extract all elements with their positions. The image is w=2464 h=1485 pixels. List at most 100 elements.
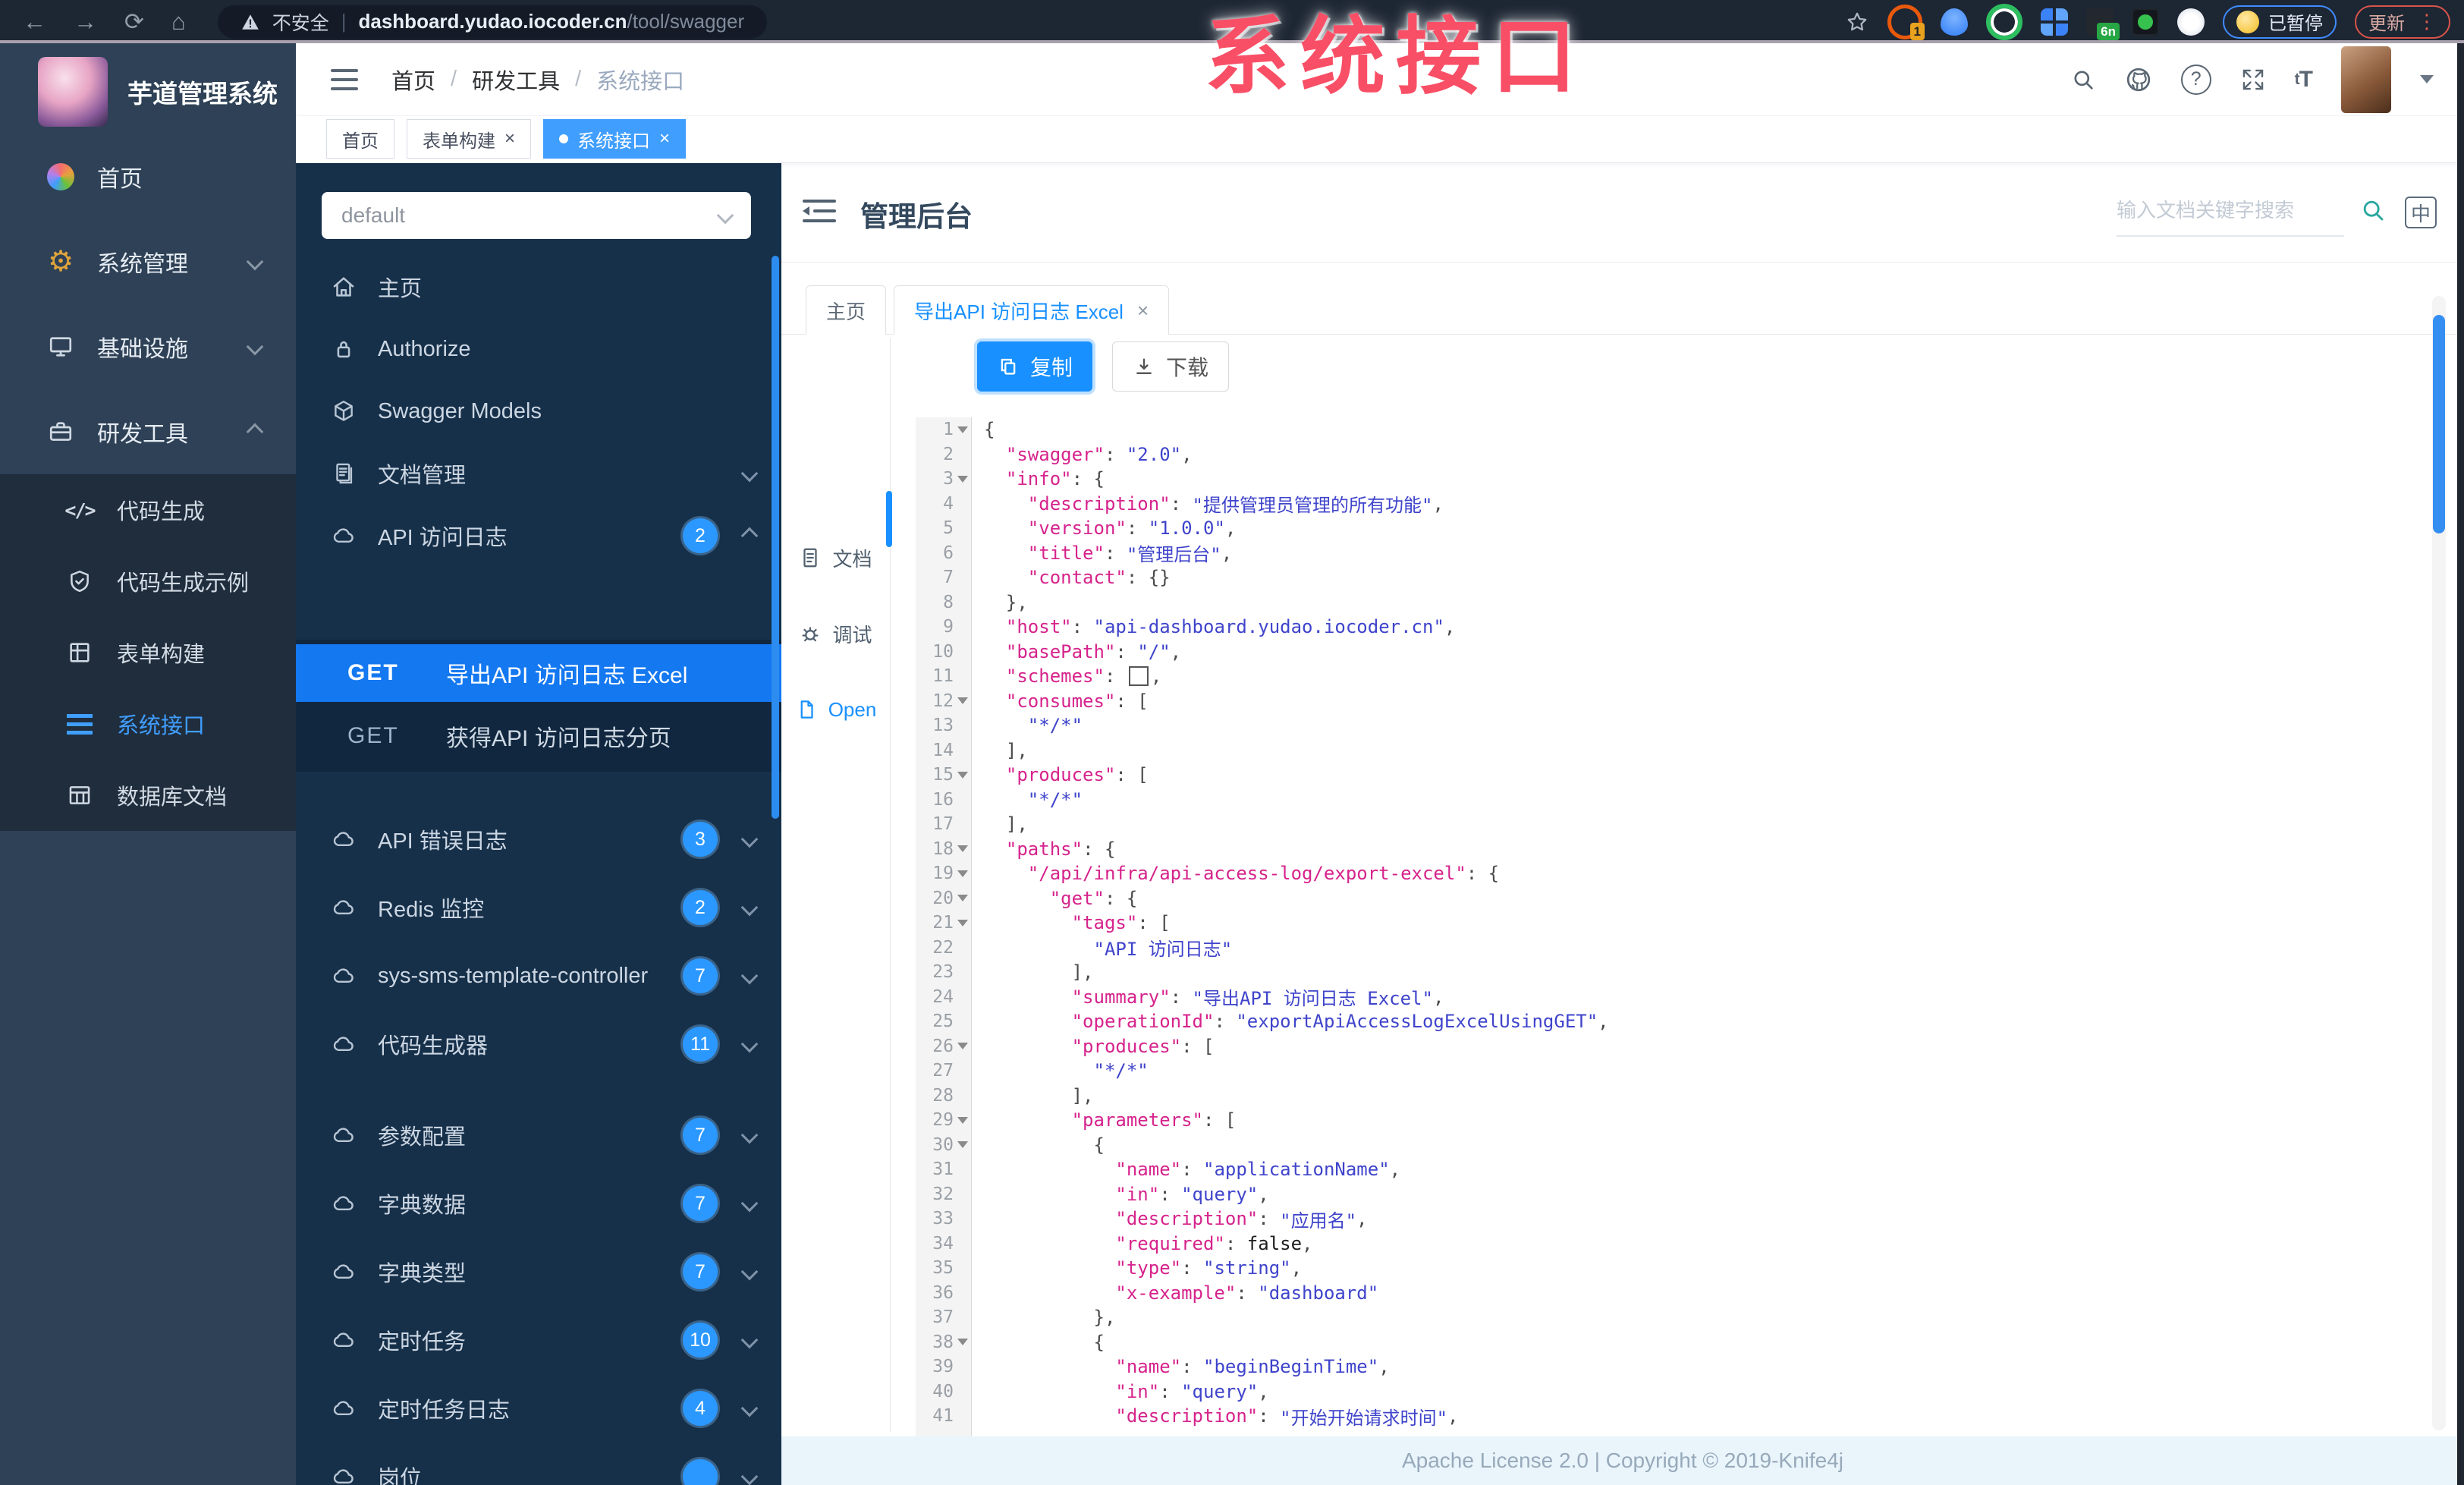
sidebar-item-infrastructure[interactable]: 基础设施	[0, 304, 296, 389]
extension-icon[interactable]	[1986, 3, 2022, 40]
json-editor[interactable]: 1 2 3 4 5 6 7 8 9 10 11 12 13 14 15 16 17 18 19 20 21 22 23 24 2…	[916, 417, 2414, 1436]
bookmark-star-icon[interactable]	[1845, 10, 1869, 34]
api-menu-item-api-access-log[interactable]: API 访问日志 2	[296, 505, 781, 567]
fold-caret-icon[interactable]	[957, 771, 968, 779]
sidebar-item-db-doc[interactable]: 数据库文档	[0, 760, 296, 831]
back-icon[interactable]: ←	[23, 8, 46, 36]
fold-caret-icon[interactable]	[957, 475, 968, 483]
download-icon	[1133, 355, 1155, 378]
fold-caret-icon[interactable]	[957, 1339, 968, 1346]
fold-caret-icon[interactable]	[957, 845, 968, 853]
collapsed-array-icon[interactable]	[1128, 666, 1149, 687]
sidebar-item-code-gen[interactable]: </> 代码生成	[0, 474, 296, 546]
doc-search-icon[interactable]	[2359, 197, 2387, 224]
help-icon[interactable]: ?	[2180, 64, 2211, 95]
briefcase-icon	[47, 418, 74, 445]
api-group-item[interactable]: 字典数据 7	[296, 1169, 781, 1238]
hamburger-icon[interactable]	[331, 68, 358, 90]
content-scrollbar-thumb[interactable]	[2433, 315, 2445, 533]
api-menu-item-main[interactable]: 主页	[296, 256, 781, 318]
api-menu-item-authorize[interactable]: Authorize	[296, 318, 781, 380]
api-group-item[interactable]: 代码生成器 11	[296, 1010, 781, 1078]
sidebar-item-form-build[interactable]: 表单构建	[0, 617, 296, 688]
copy-button[interactable]: 复制	[977, 341, 1093, 392]
doc-search-input[interactable]: 输入文档关键字搜索	[2117, 195, 2344, 237]
reload-icon[interactable]: ⟳	[124, 8, 144, 36]
content-tab[interactable]: 导出API 访问日志 Excel ×	[894, 285, 1170, 335]
avatar-caret-icon[interactable]	[2420, 75, 2434, 83]
download-button[interactable]: 下载	[1112, 341, 1230, 392]
fold-caret-icon[interactable]	[957, 697, 968, 705]
gutter-line: 34	[916, 1232, 971, 1257]
close-icon[interactable]: ×	[1137, 299, 1149, 322]
extension-icon[interactable]	[2132, 8, 2159, 36]
browser-menu-icon[interactable]: ⋮	[2417, 10, 2437, 33]
api-group-item[interactable]: Redis 监控 2	[296, 873, 781, 942]
extension-icon[interactable]	[1941, 8, 1968, 36]
sidebar-item-system-api[interactable]: 系统接口	[0, 688, 296, 760]
extension-icon[interactable]: 1	[1887, 4, 1925, 40]
api-group-item[interactable]: 定时任务 10	[296, 1306, 781, 1374]
user-avatar[interactable]	[2341, 46, 2391, 113]
api-group-item[interactable]: 字典类型 7	[296, 1238, 781, 1306]
menu-fold-icon[interactable]	[803, 200, 836, 222]
language-switch-icon[interactable]: 中	[2405, 197, 2437, 228]
doc-menu-open[interactable]: Open	[781, 672, 890, 747]
panel-scrollbar-thumb[interactable]	[772, 256, 779, 819]
font-size-icon[interactable]: tT	[2295, 67, 2313, 93]
api-group-item[interactable]: 岗位	[296, 1443, 781, 1485]
fold-caret-icon[interactable]	[957, 1141, 968, 1149]
sidebar-item-system-mgmt[interactable]: ⚙ 系统管理	[0, 219, 296, 304]
close-icon[interactable]: ×	[659, 130, 670, 148]
fold-caret-icon[interactable]	[957, 895, 968, 902]
editor-code-lines: { "swagger": "2.0", "info": { "descripti…	[972, 417, 2414, 1429]
forward-icon[interactable]: →	[74, 8, 97, 36]
extension-icon[interactable]: 6n	[2086, 8, 2120, 40]
sidebar-item-home[interactable]: 首页	[0, 134, 296, 219]
chevron-down-icon	[740, 1468, 759, 1485]
close-icon[interactable]: ×	[504, 130, 515, 148]
sidebar-item-code-gen-demo[interactable]: 代码生成示例	[0, 546, 296, 617]
fold-caret-icon[interactable]	[957, 1043, 968, 1050]
editor-gutter: 1 2 3 4 5 6 7 8 9 10 11 12 13 14 15 16 17 18 19 20 21 22 23 24 2…	[916, 417, 972, 1436]
fullscreen-icon[interactable]	[2240, 67, 2266, 93]
api-group-item[interactable]: API 错误日志 3	[296, 805, 781, 873]
content-tab[interactable]: 主页	[806, 285, 887, 335]
app-logo-block[interactable]: 芋道管理系统	[0, 43, 296, 134]
code-line: "produces": [	[1005, 764, 1149, 786]
api-group-label: 代码生成器	[378, 1034, 489, 1059]
api-menu-item-doc-mgmt[interactable]: 文档管理	[296, 442, 781, 505]
api-operation[interactable]: GET 导出API 访问日志 Excel	[296, 644, 781, 702]
sidebar-item-dev-tools[interactable]: 研发工具	[0, 389, 296, 474]
fold-caret-icon[interactable]	[957, 1116, 968, 1124]
tags-view-tab[interactable]: 表单构建 ×	[407, 119, 532, 159]
count-badge	[683, 1459, 718, 1485]
extension-icon[interactable]	[2041, 8, 2068, 36]
content-scrollbar-track[interactable]	[2432, 296, 2446, 1430]
api-group-select[interactable]: default	[322, 192, 751, 239]
tags-view-tab[interactable]: 首页	[326, 119, 394, 159]
api-group-item[interactable]: sys-sms-template-controller 7	[296, 942, 781, 1010]
api-group-item[interactable]: 参数配置 7	[296, 1101, 781, 1169]
doc-menu-doc[interactable]: 文档	[781, 520, 890, 596]
api-menu-item-swagger-models[interactable]: Swagger Models	[296, 380, 781, 442]
profile-paused-pill[interactable]: 已暂停	[2223, 5, 2337, 39]
api-operation[interactable]: GET 获得API 访问日志分页	[296, 708, 781, 764]
search-icon[interactable]	[2070, 67, 2096, 93]
update-button[interactable]: 更新 ⋮	[2355, 5, 2450, 39]
code-line: "summary": "导出API 访问日志 Excel",	[1071, 986, 1444, 1010]
fold-caret-icon[interactable]	[957, 426, 968, 433]
api-group-item[interactable]: 定时任务日志 4	[296, 1374, 781, 1443]
code-line: "operationId": "exportApiAccessLogExcelU…	[1071, 1011, 1609, 1033]
fold-caret-icon[interactable]	[957, 870, 968, 877]
tags-view-tab[interactable]: 系统接口 ×	[543, 119, 687, 159]
address-bar[interactable]: 不安全 | dashboard.yudao.iocoder.cn/tool/sw…	[217, 5, 768, 39]
breadcrumb-item[interactable]: 首页	[391, 64, 435, 96]
doc-menu-debug[interactable]: 调试	[781, 596, 890, 672]
api-doc-panel: default 主页 Authorize Swagger Models 文档管理 API…	[296, 163, 781, 1485]
home-icon[interactable]: ⌂	[171, 8, 186, 36]
fold-caret-icon[interactable]	[957, 919, 968, 927]
extension-icon[interactable]	[2177, 8, 2205, 36]
breadcrumb-item[interactable]: 研发工具	[472, 64, 560, 96]
github-icon[interactable]	[2125, 66, 2152, 93]
